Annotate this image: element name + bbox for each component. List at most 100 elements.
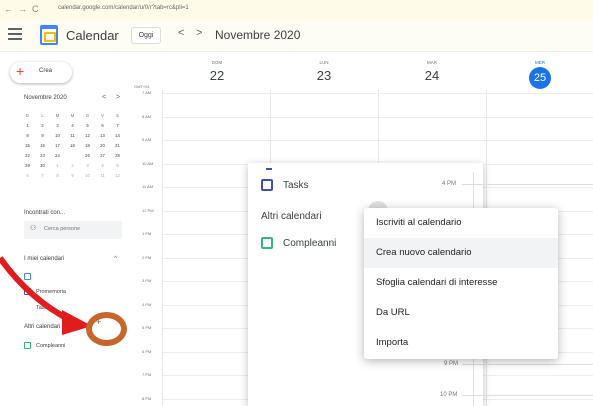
hour-label: 7 AM [142,90,152,95]
mini-day[interactable]: 14 [110,131,125,141]
calendar-checkbox[interactable] [24,273,31,280]
promemoria-checkbox[interactable] [24,288,31,295]
mini-day[interactable]: 12 [110,171,125,181]
main-menu-icon[interactable] [8,28,22,40]
chevron-up-icon[interactable]: ^ [114,256,117,262]
day-number[interactable]: 24 [382,68,482,83]
column-divider [162,90,163,406]
mini-next-icon[interactable]: > [116,94,120,101]
mini-calendar-month: Novembre 2020 [24,95,67,101]
mini-day[interactable]: 21 [110,141,125,151]
mini-day[interactable]: 25 [65,151,80,161]
day-header[interactable]: MAR 24 [382,52,482,83]
today-button[interactable]: Oggi [131,27,161,44]
menu-item-create-new[interactable]: Crea nuovo calendario [364,238,558,268]
day-number[interactable]: 23 [274,68,374,83]
app-title: Calendar [66,28,119,43]
mini-day[interactable]: 9 [65,171,80,181]
mini-day[interactable]: 13 [95,131,110,141]
mini-day[interactable]: 5 [80,121,95,131]
weekday-head: G [85,113,90,118]
mini-day[interactable]: 7 [35,171,50,181]
mini-day[interactable]: 4 [95,161,110,171]
hour-label: 5 PM [142,325,152,330]
browser-url-bar: ← → C calendar.google.com/calendar/u/0/r… [0,0,593,20]
menu-item-subscribe[interactable]: Iscriviti al calendario [364,208,558,238]
menu-item-from-url[interactable]: Da URL [364,298,558,328]
mini-day[interactable]: 10 [50,131,65,141]
add-calendar-menu: Iscriviti al calendario Crea nuovo calen… [364,208,558,359]
mini-day[interactable]: 12 [80,131,95,141]
promemoria-label: Promemoria [36,289,66,295]
other-calendars-heading: Altri calendari [261,211,322,222]
today-day-number[interactable]: 25 [529,67,551,89]
mini-day[interactable]: 6 [20,171,35,181]
mini-day[interactable]: 16 [35,141,50,151]
mini-day[interactable]: 8 [20,131,35,141]
hour-label: 12 PM [142,207,154,213]
mini-day[interactable]: 10 [80,171,95,181]
weekday-head: S [116,113,119,118]
prev-week-icon[interactable]: < [178,27,184,39]
hour-line [462,364,593,365]
forward-icon[interactable]: → [18,4,27,14]
mini-day[interactable]: 30 [35,161,50,171]
search-people-input[interactable]: ⚇ Cerca persone [24,221,122,239]
app-header: Calendar Oggi < > Novembre 2020 [0,20,593,52]
mini-day[interactable]: 3 [80,161,95,171]
mini-day[interactable]: 19 [80,141,95,151]
day-header[interactable]: DOM 22 [167,52,267,83]
tasks-checkbox[interactable] [261,179,273,191]
mini-day[interactable]: 2 [65,161,80,171]
create-button[interactable]: + Crea [10,62,72,83]
reload-icon[interactable]: C [32,4,39,14]
mini-day[interactable]: 18 [65,141,80,151]
mini-day[interactable]: 6 [95,121,110,131]
mini-day[interactable]: 29 [20,161,35,171]
mini-day[interactable]: 8 [50,171,65,181]
hour-label: 11 AM [142,184,154,189]
compleanni-checkbox[interactable] [24,342,31,349]
back-icon[interactable]: ← [4,4,13,14]
weekday-head: L [41,113,44,118]
current-month-title: Novembre 2020 [215,28,301,42]
my-calendars-header[interactable]: I miei calendari [24,256,64,262]
hour-line [462,395,593,396]
compleanni-checkbox[interactable] [261,237,273,249]
mini-day[interactable]: 15 [20,141,35,151]
mini-day[interactable]: 1 [50,161,65,171]
tasks-label: Tasks [36,305,51,311]
url-text[interactable]: calendar.google.com/calendar/u/0/r?tab=r… [58,5,189,11]
mini-day[interactable]: 3 [50,121,65,131]
day-header[interactable]: LUN 23 [274,52,374,83]
mini-day[interactable]: 17 [50,141,65,151]
mini-day[interactable]: 28 [110,151,125,161]
mini-day[interactable]: 1 [20,121,35,131]
mini-day[interactable]: 5 [110,161,125,171]
mini-day[interactable]: 11 [95,171,110,181]
hour-label: 10 AM [142,160,154,166]
mini-day[interactable]: 7 [110,121,125,131]
mini-day[interactable]: 23 [35,151,50,161]
mini-day[interactable]: 2 [35,121,50,131]
menu-item-browse[interactable]: Sfoglia calendari di interesse [364,268,558,298]
mini-prev-icon[interactable]: < [102,94,106,101]
menu-item-import[interactable]: Importa [364,328,558,358]
time-label: 4 PM [442,181,457,187]
mini-day[interactable]: 27 [95,151,110,161]
mini-day[interactable]: 24 [50,151,65,161]
next-week-icon[interactable]: > [196,27,202,39]
weekday-head: M [70,113,75,118]
mini-day[interactable]: 9 [35,131,50,141]
tasks-label: Tasks [283,180,309,191]
mini-day[interactable]: 22 [20,151,35,161]
mini-day[interactable]: 20 [95,141,110,151]
mini-day[interactable]: 4 [65,121,80,131]
mini-day[interactable]: 26 [80,151,95,161]
day-number[interactable]: 22 [167,68,267,83]
weekday-head: D [25,113,30,118]
day-name: DOM [211,60,223,65]
mini-day[interactable]: 11 [65,131,80,141]
day-header[interactable]: MER 25 [490,52,590,89]
weekday-head: V [101,113,104,118]
